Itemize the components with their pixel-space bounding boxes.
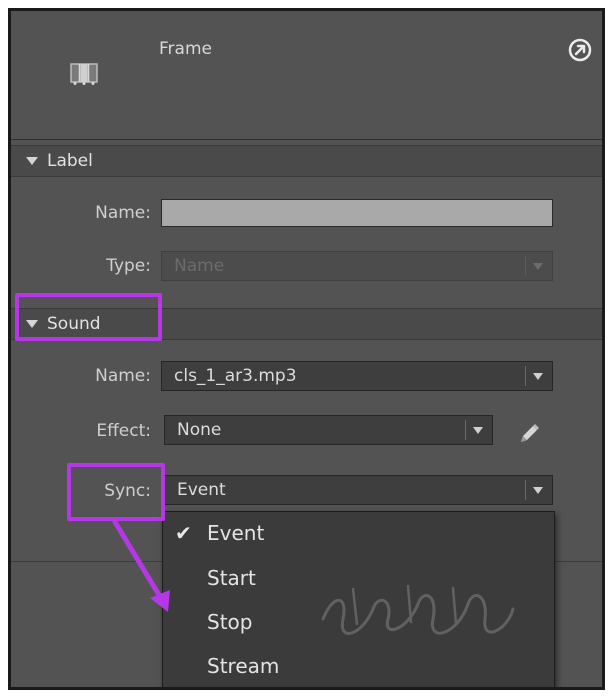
chevron-down-icon[interactable]	[473, 427, 483, 434]
sound-name-value: cls_1_ar3.mp3	[174, 366, 297, 386]
sync-highlight-box	[67, 463, 165, 521]
sound-name-select[interactable]: cls_1_ar3.mp3	[161, 361, 553, 391]
chevron-down-icon[interactable]	[533, 487, 543, 494]
sound-sync-select[interactable]: Event	[164, 475, 553, 505]
frame-properties-panel: Frame Label Name: Type: Name Sound Name:…	[8, 8, 605, 690]
help-circle-arrow-icon[interactable]	[568, 38, 592, 62]
label-section-header[interactable]: Label	[11, 145, 602, 177]
label-section-title: Label	[47, 151, 93, 171]
expand-triangle-icon[interactable]	[26, 157, 38, 165]
sync-dropdown-menu: ✔ Event Start Stop Stream	[162, 511, 555, 687]
chevron-down-icon	[533, 263, 543, 270]
sync-option-label: Stop	[207, 610, 253, 634]
sound-effect-label: Effect:	[96, 421, 151, 441]
label-type-select: Name	[161, 251, 553, 281]
label-name-input[interactable]	[161, 199, 553, 227]
label-type-value: Name	[174, 256, 225, 276]
sync-option-label: Stream	[207, 654, 280, 678]
sound-highlight-box	[15, 293, 162, 341]
calligraphy-watermark	[321, 584, 515, 635]
label-type-label: Type:	[106, 256, 151, 276]
sound-sync-value: Event	[177, 480, 226, 500]
checkmark-icon: ✔	[175, 521, 192, 545]
sound-name-label: Name:	[95, 366, 151, 386]
sync-option-stream[interactable]: Stream	[163, 645, 554, 687]
panel-header: Frame	[11, 11, 602, 140]
sync-option-event[interactable]: ✔ Event	[163, 512, 554, 556]
sound-effect-select[interactable]: None	[164, 415, 493, 445]
label-name-label: Name:	[95, 203, 151, 223]
sync-option-label: Event	[207, 521, 265, 545]
sync-option-label: Start	[207, 566, 256, 590]
panel-title: Frame	[159, 39, 212, 59]
frame-icon	[70, 63, 98, 85]
sound-effect-value: None	[177, 420, 222, 440]
pencil-icon[interactable]	[516, 421, 542, 447]
chevron-down-icon[interactable]	[533, 373, 543, 380]
